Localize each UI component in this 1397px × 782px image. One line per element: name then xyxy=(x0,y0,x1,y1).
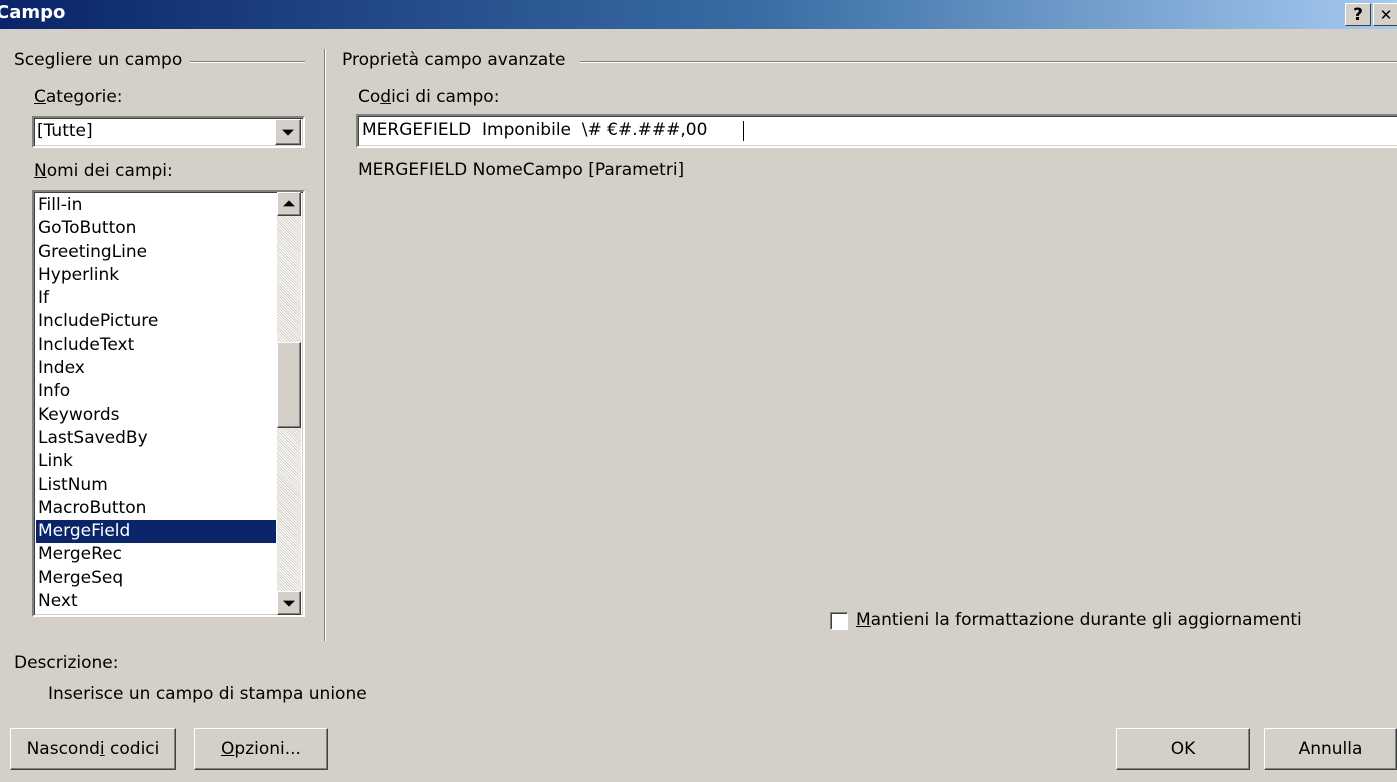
options-button[interactable]: Opzioni... xyxy=(194,728,328,770)
field-list-item[interactable]: Hyperlink xyxy=(36,264,276,287)
cancel-button[interactable]: Annulla xyxy=(1264,728,1397,770)
hide-codes-button[interactable]: Nascondi codici xyxy=(10,728,176,770)
left-group-divider xyxy=(190,61,305,63)
field-list-item[interactable]: Next xyxy=(36,590,276,613)
group-separator xyxy=(324,49,326,641)
scroll-thumb[interactable] xyxy=(277,342,301,428)
field-codes-value: MERGEFIELD Imponibile \# €#.###,00 xyxy=(362,120,708,140)
field-list-item[interactable]: Fill-in xyxy=(36,194,276,217)
field-names-list: Fill-in GoToButton GreetingLine Hyperlink If… xyxy=(36,194,276,613)
field-names-label: Nomi dei campi: xyxy=(34,161,173,181)
right-group-divider xyxy=(580,61,1397,63)
categories-dropdown[interactable]: [Tutte] xyxy=(32,116,305,148)
ok-button[interactable]: OK xyxy=(1116,728,1250,770)
scroll-up-button[interactable] xyxy=(277,192,301,216)
field-list-item[interactable]: MacroButton xyxy=(36,497,276,520)
ok-label: OK xyxy=(1170,739,1196,759)
field-list-item[interactable]: MergeField xyxy=(36,520,276,544)
field-list-item[interactable]: ListNum xyxy=(36,474,276,497)
field-list-item[interactable]: MergeRec xyxy=(36,543,276,566)
field-list-item[interactable]: Keywords xyxy=(36,404,276,427)
field-list-item[interactable]: Link xyxy=(36,450,276,473)
field-list-item[interactable]: MergeSeq xyxy=(36,567,276,590)
field-codes-input[interactable]: MERGEFIELD Imponibile \# €#.###,00 xyxy=(356,114,1397,148)
help-button[interactable]: ? xyxy=(1345,3,1371,26)
field-list-item[interactable]: GreetingLine xyxy=(36,241,276,264)
categories-dropdown-button[interactable] xyxy=(275,119,301,145)
field-codes-label: Codici di campo: xyxy=(358,87,500,107)
options-label: Opzioni... xyxy=(221,739,301,759)
left-group-heading: Scegliere un campo xyxy=(14,50,189,70)
field-list-item[interactable]: If xyxy=(36,287,276,310)
window-title: Campo xyxy=(0,2,66,23)
description-label: Descrizione: xyxy=(14,653,119,673)
preserve-formatting-label[interactable]: Mantieni la formattazione durante gli ag… xyxy=(856,610,1302,630)
title-bar[interactable]: Campo ? ✕ xyxy=(0,0,1397,29)
field-list-item[interactable]: Info xyxy=(36,380,276,403)
description-text: Inserisce un campo di stampa unione xyxy=(48,684,367,704)
field-list-item[interactable]: LastSavedBy xyxy=(36,427,276,450)
preserve-formatting-checkbox[interactable] xyxy=(830,612,848,630)
right-group-heading: Proprietà campo avanzate xyxy=(342,50,572,70)
categories-label: Categorie: xyxy=(34,87,123,107)
categories-selected-value: [Tutte] xyxy=(37,121,93,141)
help-icon: ? xyxy=(1353,4,1363,25)
chevron-up-icon xyxy=(283,200,295,207)
field-list-item[interactable]: Index xyxy=(36,357,276,380)
field-list-item[interactable]: IncludePicture xyxy=(36,310,276,333)
close-icon: ✕ xyxy=(1379,5,1393,24)
field-list-item[interactable]: IncludeText xyxy=(36,334,276,357)
field-syntax-hint: MERGEFIELD NomeCampo [Parametri] xyxy=(358,160,685,180)
close-button[interactable]: ✕ xyxy=(1373,3,1397,26)
field-list-item[interactable]: GoToButton xyxy=(36,217,276,240)
chevron-down-icon xyxy=(283,600,295,607)
field-names-listbox[interactable]: Fill-in GoToButton GreetingLine Hyperlink If… xyxy=(32,190,305,617)
chevron-down-icon xyxy=(282,129,294,136)
cancel-label: Annulla xyxy=(1298,739,1363,759)
scroll-down-button[interactable] xyxy=(277,591,301,615)
hide-codes-label: Nascondi codici xyxy=(26,739,160,759)
text-caret xyxy=(743,121,744,141)
